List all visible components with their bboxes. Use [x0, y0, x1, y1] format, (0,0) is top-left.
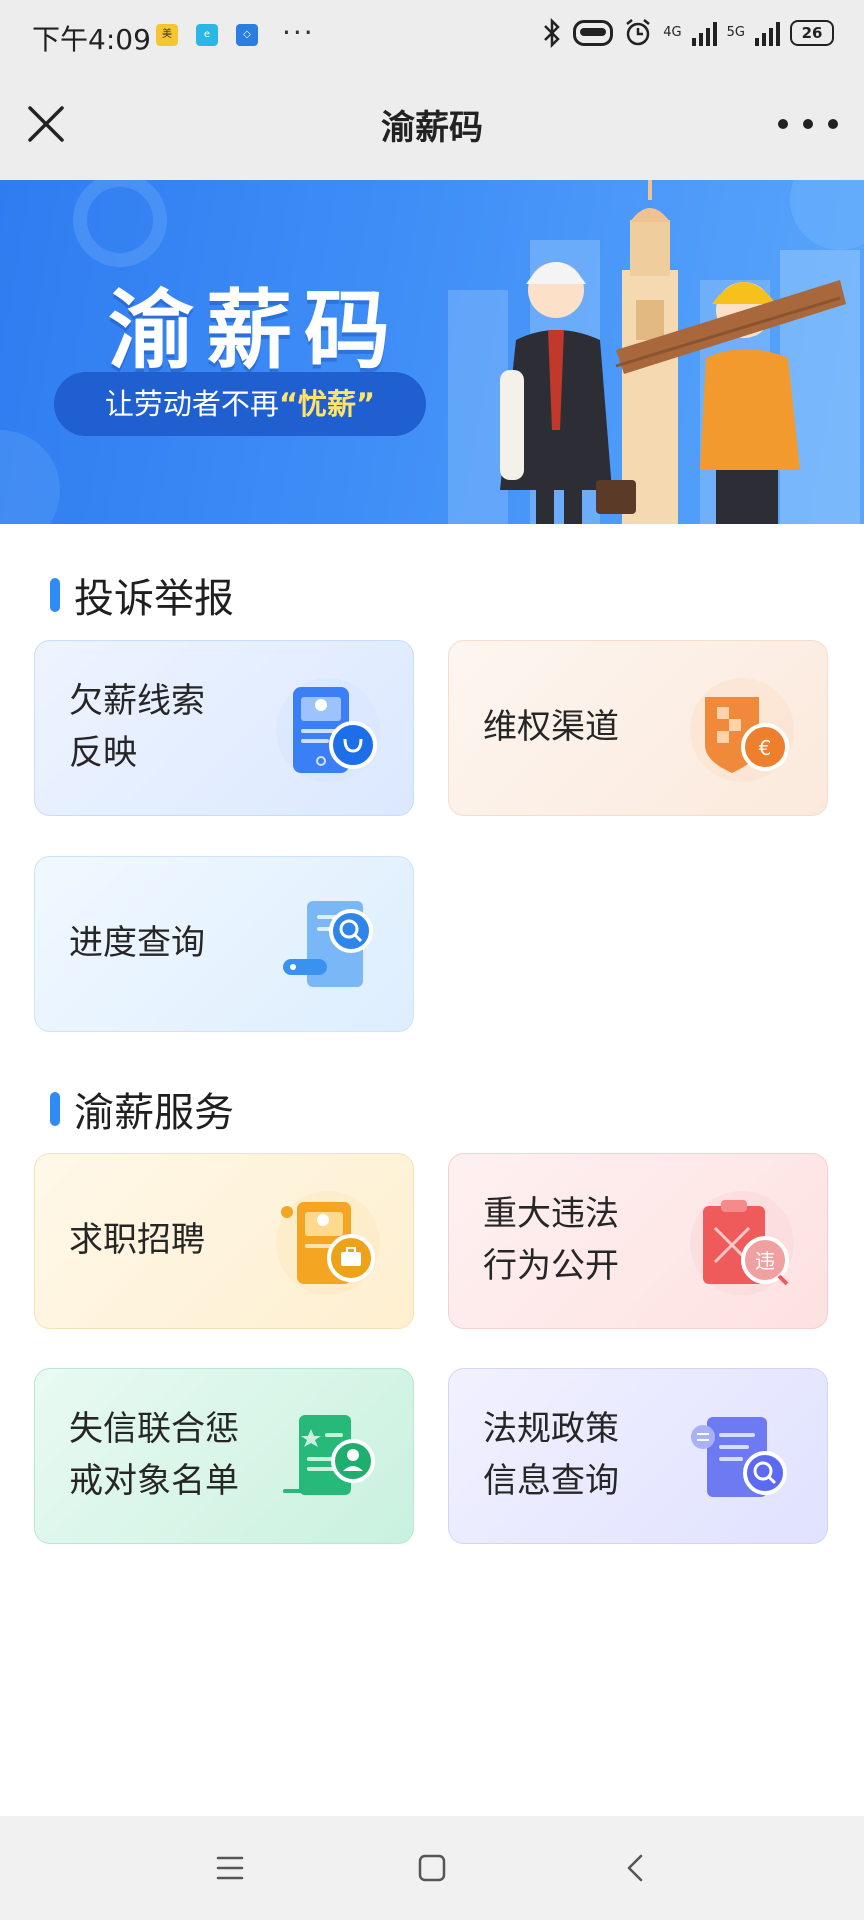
card-label: 失信联合惩 戒对象名单: [69, 1409, 239, 1501]
battery-icon: 26: [790, 20, 834, 46]
card-wage-arrears-report[interactable]: 欠薪线索 反映: [34, 640, 414, 816]
network-5g-label: 5G: [726, 25, 745, 40]
card-label: 维权渠道: [483, 707, 619, 747]
menu-icon[interactable]: [208, 1846, 252, 1890]
bluetooth-icon: [544, 18, 561, 48]
card-label: 重大违法 行为公开: [483, 1194, 619, 1286]
shield-currency-icon: €: [690, 678, 794, 782]
section-title-complaints: 投诉举报: [50, 566, 234, 624]
section-title-services: 渝薪服务: [50, 1080, 234, 1138]
network-4g: 4G: [663, 25, 682, 40]
hero-banner: 渝薪码 让劳动者不再“忧薪”: [0, 180, 864, 524]
card-label: 求职招聘: [69, 1220, 205, 1260]
alarm-icon: [626, 19, 651, 46]
section-title-text: 投诉举报: [74, 576, 234, 622]
system-nav-bar: [0, 1816, 864, 1920]
network-4g-label: 4G: [663, 25, 682, 40]
section-accent-bar: [50, 1092, 60, 1126]
banner-slogan-highlight: “忧薪”: [278, 387, 376, 421]
banner-title: 渝薪码: [108, 281, 402, 381]
document-search-icon: [283, 901, 373, 987]
card-rights-channels[interactable]: 维权渠道 €: [448, 640, 828, 816]
blue-app-icon: ◇: [236, 24, 258, 46]
banner-slogan: 让劳动者不再“忧薪”: [54, 372, 426, 436]
home-square-icon[interactable]: [410, 1846, 454, 1890]
card-job-recruitment[interactable]: 求职招聘: [34, 1153, 414, 1329]
card-major-violations[interactable]: 重大违法 行为公开 违: [448, 1153, 828, 1329]
list-user-icon: [283, 1415, 375, 1495]
signal-4g-icon: [691, 20, 717, 46]
status-time: 下午4:09: [32, 23, 151, 56]
svg-text:违: 违: [755, 1249, 775, 1273]
status-more-dots: ···: [282, 16, 315, 49]
section-title-text: 渝薪服务: [74, 1090, 234, 1136]
card-dishonesty-list[interactable]: 失信联合惩 戒对象名单: [34, 1368, 414, 1544]
vibrate-icon: [573, 20, 614, 46]
banner-slogan-prefix: 让劳动者不再: [104, 387, 279, 421]
status-right-group: 4G 5G 26: [541, 18, 834, 48]
e-icon: e: [196, 24, 218, 46]
card-progress-query[interactable]: 进度查询: [34, 856, 414, 1032]
nav-bar: 渝薪码: [0, 72, 864, 180]
policy-search-icon: [691, 1417, 787, 1497]
card-label: 进度查询: [69, 923, 205, 963]
back-chevron-icon[interactable]: [614, 1846, 658, 1890]
card-policy-query[interactable]: 法规政策 信息查询: [448, 1368, 828, 1544]
meituan-icon: 美: [156, 24, 178, 46]
resume-briefcase-icon: [276, 1191, 380, 1295]
phone-user-icon: [276, 678, 380, 782]
signal-5g-icon: [755, 20, 780, 46]
page-title: 渝薪码: [381, 108, 483, 148]
card-label: 欠薪线索 反映: [69, 681, 205, 773]
violation-clipboard-icon: 违: [690, 1191, 794, 1295]
network-5g: 5G: [726, 25, 745, 40]
more-icon[interactable]: [778, 100, 838, 148]
svg-text:€: €: [759, 736, 772, 760]
status-bar: 下午4:09 美 e ◇ ··· 4G 5G 26: [0, 0, 864, 72]
card-label: 法规政策 信息查询: [483, 1409, 619, 1501]
section-accent-bar: [50, 578, 60, 612]
